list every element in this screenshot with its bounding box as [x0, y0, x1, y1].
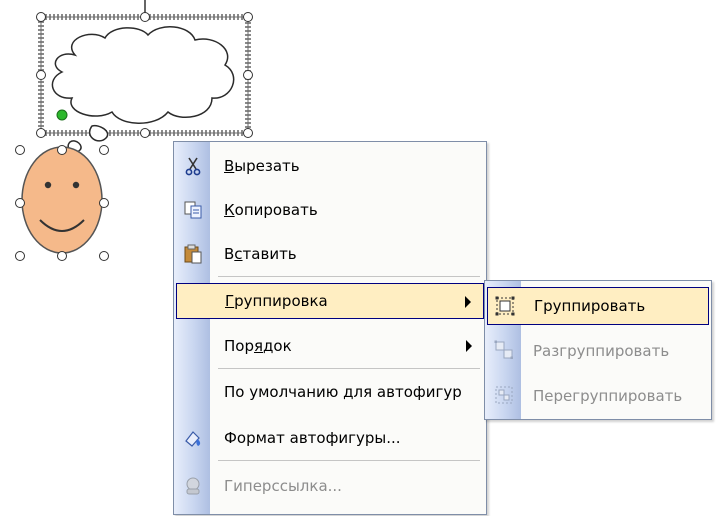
menu-item-label: Порядок	[224, 337, 292, 355]
adjust-handle[interactable]	[56, 109, 68, 121]
submenu-item-label: Группировать	[534, 297, 646, 315]
context-menu: Вырезать Копировать Вставить Группировка	[173, 141, 487, 515]
format-paint-icon	[181, 426, 205, 450]
menu-item-label: Вырезать	[224, 157, 300, 175]
resize-handle-bottom-left	[36, 128, 46, 138]
submenu-item-group[interactable]: Группировать	[487, 287, 709, 325]
menu-item-label: Гиперссылка...	[224, 477, 342, 495]
ungroup-icon	[492, 338, 516, 362]
menu-separator	[218, 460, 480, 461]
resize-handle-top	[140, 12, 150, 22]
menu-item-format-autoshape[interactable]: Формат автофигуры...	[176, 420, 484, 456]
resize-handle-right	[243, 70, 253, 80]
regroup-icon	[492, 383, 516, 407]
submenu-item-ungroup[interactable]: Разгруппировать	[487, 332, 709, 370]
group-icon	[493, 294, 517, 318]
menu-item-copy[interactable]: Копировать	[176, 192, 484, 228]
menu-separator	[218, 368, 480, 369]
resize-handle-bottom	[140, 128, 150, 138]
submenu-item-label: Разгруппировать	[533, 342, 670, 360]
menu-item-order[interactable]: Порядок	[176, 328, 484, 364]
smiley-face-shape[interactable]	[21, 146, 103, 254]
grouping-submenu: Группировать Разгруппировать Перегруппир…	[484, 280, 712, 420]
submenu-item-regroup[interactable]: Перегруппировать	[487, 377, 709, 415]
menu-item-paste[interactable]: Вставить	[176, 236, 484, 272]
resize-handle-bottom-right	[243, 128, 253, 138]
menu-item-hyperlink[interactable]: Гиперссылка...	[176, 468, 484, 504]
menu-item-label: Группировка	[225, 292, 328, 310]
menu-item-grouping[interactable]: Группировка	[176, 283, 484, 319]
paste-icon	[181, 242, 205, 266]
hyperlink-icon	[181, 474, 205, 498]
submenu-item-label: Перегруппировать	[533, 387, 683, 405]
menu-item-label: По умолчанию для автофигур	[224, 383, 462, 401]
menu-separator	[218, 276, 480, 277]
menu-item-label: Копировать	[224, 201, 318, 219]
scissors-icon	[181, 154, 205, 178]
menu-item-autoshape-default[interactable]: По умолчанию для автофигур	[176, 374, 484, 410]
menu-item-label: Формат автофигуры...	[224, 429, 401, 447]
menu-item-cut[interactable]: Вырезать	[176, 148, 484, 184]
submenu-arrow-icon	[466, 340, 472, 352]
copy-icon	[181, 198, 205, 222]
resize-handle-top-right	[243, 12, 253, 22]
resize-handle-left	[36, 70, 46, 80]
menu-item-label: Вставить	[224, 245, 297, 263]
submenu-arrow-icon	[465, 296, 471, 308]
resize-handle-top-left	[36, 12, 46, 22]
